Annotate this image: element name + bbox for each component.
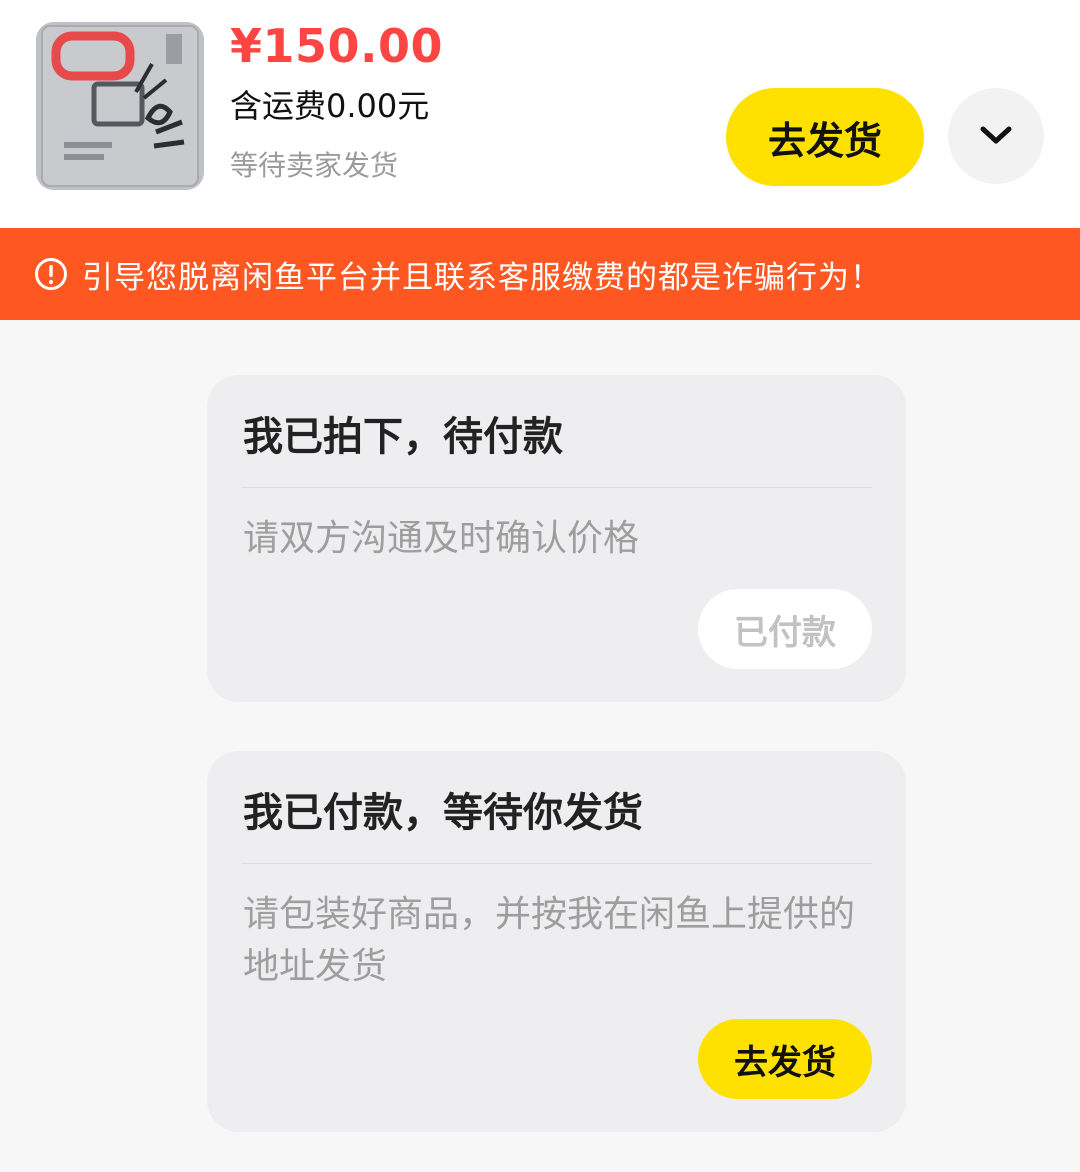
fraud-warning-banner: 引导您脱离闲鱼平台并且联系客服缴费的都是诈骗行为！ — [0, 228, 1080, 320]
product-thumbnail[interactable] — [36, 22, 204, 190]
product-photo-icon — [36, 22, 204, 190]
card-ship-button[interactable]: 去发货 — [698, 1019, 872, 1099]
order-price: ¥150.00 — [230, 19, 444, 73]
card-divider — [241, 863, 872, 864]
card-body: 请双方沟通及时确认价格 — [243, 518, 640, 559]
card-title: 我已拍下，待付款 — [243, 414, 563, 460]
card-title: 我已付款，等待你发货 — [243, 790, 643, 836]
card-divider — [241, 487, 872, 488]
shipping-fee: 含运费0.00元 — [230, 87, 430, 125]
message-card-awaiting-payment: 我已拍下，待付款 请双方沟通及时确认价格 已付款 — [207, 375, 906, 702]
expand-button[interactable] — [948, 88, 1044, 184]
message-card-awaiting-shipment: 我已付款，等待你发货 请包装好商品，并按我在闲鱼上提供的地址发货 去发货 — [207, 751, 906, 1132]
order-status: 等待卖家发货 — [230, 149, 399, 182]
ship-button[interactable]: 去发货 — [726, 88, 924, 186]
order-header: ¥150.00 含运费0.00元 等待卖家发货 去发货 — [0, 0, 1080, 228]
warning-text: 引导您脱离闲鱼平台并且联系客服缴费的都是诈骗行为！ — [82, 259, 882, 296]
exclamation-circle-icon — [34, 257, 68, 291]
chevron-down-icon — [980, 126, 1012, 144]
paid-button: 已付款 — [698, 589, 872, 669]
card-body: 请包装好商品，并按我在闲鱼上提供的地址发货 — [243, 894, 856, 987]
